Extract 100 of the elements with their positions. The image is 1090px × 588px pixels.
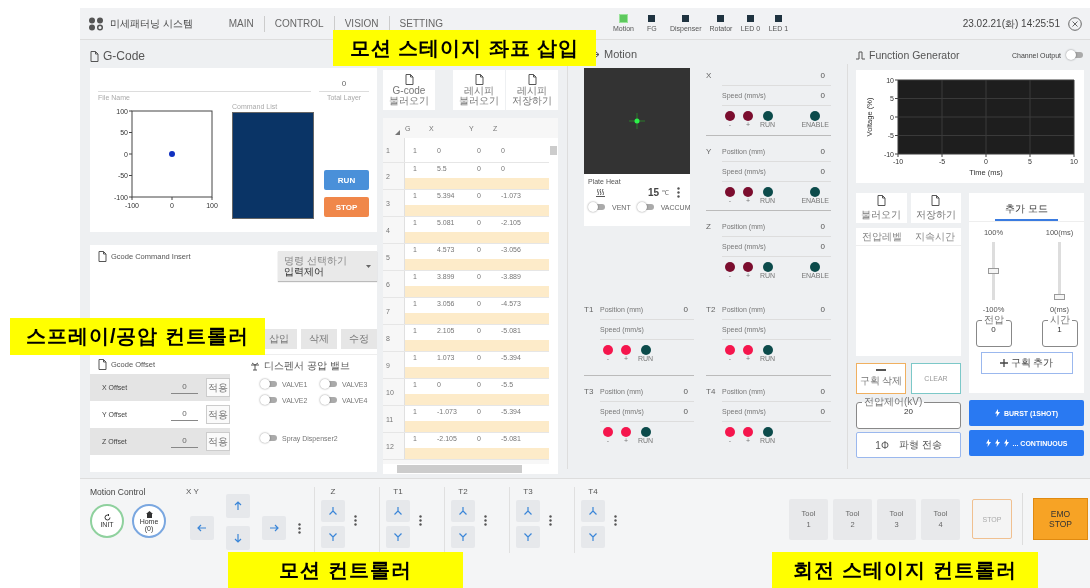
toggle-switch[interactable] [320,379,338,389]
offset-field[interactable]: 0 [171,381,199,394]
toggle-switch[interactable] [1066,50,1084,60]
command-dropdown[interactable]: 명령 선택하기 입력제어 [278,251,377,281]
bolt-icon [994,409,1000,417]
more-menu-icon[interactable] [484,514,487,526]
value-field[interactable]: 전압 0 [975,315,1012,347]
delete-segment-button[interactable]: 구획 삭제 [856,363,906,394]
fork-icon [588,531,598,542]
axis-label: T4 [706,386,717,398]
nav-link[interactable]: CONTROL [264,18,334,29]
heater-icon [596,188,605,197]
toggle-switch[interactable] [588,202,606,212]
apply-button[interactable]: 적용 [206,405,230,424]
column-header: 지속시간 [914,229,955,244]
value-field[interactable]: 시간 1 [1041,315,1078,347]
nav-link[interactable]: SETTING [389,18,453,29]
waveform-icon [856,50,865,60]
jog-down-button[interactable] [226,526,250,550]
scrollbar[interactable] [383,464,558,474]
toggle-switch[interactable] [260,379,278,389]
jog-up-button[interactable] [516,499,540,522]
more-menu-icon[interactable] [419,514,422,526]
axis-label: T4 [588,486,598,496]
offset-field[interactable]: 0 [171,408,199,421]
slider-thumb[interactable] [988,268,999,274]
fork-icon [328,531,338,542]
slider-thumb[interactable] [1054,293,1065,300]
jog-up-button[interactable] [581,499,605,522]
more-menu-icon[interactable] [549,514,552,526]
field-value: 0 [820,242,826,252]
more-menu-icon[interactable] [354,514,357,526]
close-icon[interactable] [1068,16,1082,31]
axis-label: T3 [523,486,533,496]
jog-left-button[interactable] [190,516,214,540]
total-layer-field: 0 [319,76,369,92]
annotation-label: 모션 컨트롤러 [228,552,463,588]
nav-link[interactable]: VISION [334,18,389,29]
fork-icon [458,505,468,516]
send-waveform-button[interactable]: 1Φ 파형 전송 [856,432,961,458]
more-menu-icon[interactable] [677,187,680,198]
mode-tab[interactable]: 추가 모드 [995,199,1058,221]
toggle-switch[interactable] [260,395,278,405]
offset-field[interactable]: 0 [171,435,199,448]
temperature-value: 15 [647,187,659,198]
command-button[interactable]: 수정 [341,329,377,349]
field-label: 시간 [1048,315,1071,325]
jog-down-button[interactable] [581,525,605,548]
file-button[interactable]: G-code 불러오기 [383,70,435,110]
field-value: 1 [1057,325,1062,334]
jog-up-button[interactable] [386,499,410,522]
emergency-stop-button[interactable]: EMO STOP [1033,498,1088,540]
field-value: 0 [820,146,826,156]
field-value: 0 [683,407,689,416]
plus-icon [999,359,1008,367]
toggle-switch[interactable] [320,395,338,405]
axis-label: X Y [186,487,200,496]
file-button[interactable]: 저장하기 [910,193,961,223]
jog-up-button[interactable] [226,494,250,518]
jog-down-button[interactable] [386,525,410,548]
home-icon [145,510,153,518]
jog-down-button[interactable] [321,525,345,548]
refresh-icon [103,514,111,521]
axis-label: T2 [458,486,468,496]
fork-icon [523,531,533,542]
minus-icon [876,369,886,371]
file-button[interactable]: 레시피 불러오기 [453,70,505,110]
add-segment-button[interactable]: 구획 추가 [980,352,1073,374]
command-button[interactable]: 삭제 [301,329,337,349]
app-title: 미세패터닝 시스템 [110,16,193,31]
document-icon [90,50,99,62]
file-button[interactable]: 불러오기 [856,193,907,223]
fork-icon [393,531,403,542]
jog-up-button[interactable] [321,499,345,522]
field-value: 0 [820,407,826,416]
jog-down-button[interactable] [451,525,475,548]
document-icon [876,194,886,206]
arrow-down-icon [233,533,243,543]
arrow-right-icon [269,523,279,533]
field-value: 0 [820,71,826,80]
field-value: 0 [820,222,826,232]
jog-right-button[interactable] [262,516,286,540]
document-icon [404,73,414,85]
toggle-switch[interactable] [636,202,655,212]
more-menu-icon[interactable] [298,522,301,534]
apply-button[interactable]: 적용 [206,432,230,451]
toggle-switch[interactable] [260,433,278,443]
voltage-field[interactable]: 전압제어(kV) 20 [856,397,961,429]
jog-up-button[interactable] [451,499,475,522]
field-value: 0 [820,387,826,396]
fork-icon [458,531,468,542]
nav-link[interactable]: MAIN [218,18,264,29]
field-value: 0 [683,387,689,396]
more-menu-icon[interactable] [614,514,617,526]
jog-down-button[interactable] [516,525,540,548]
run-button[interactable]: RUN [324,170,369,190]
caret-icon [366,264,371,268]
file-button[interactable]: 레시피 저장하기 [506,70,558,110]
stop-button[interactable]: STOP [324,197,369,217]
apply-button[interactable]: 적용 [206,378,230,397]
